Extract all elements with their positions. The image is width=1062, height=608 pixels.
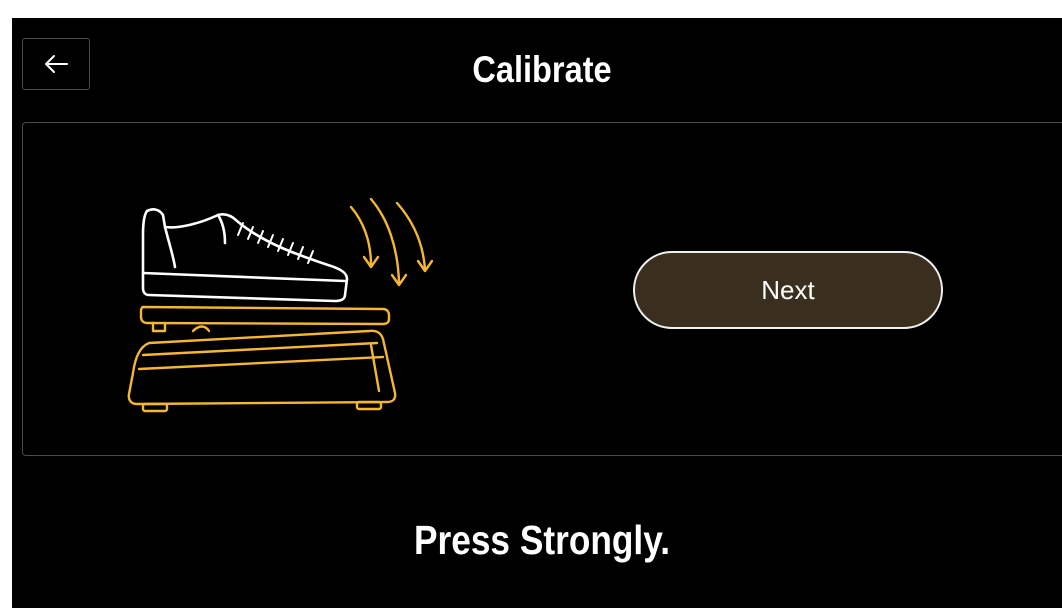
shoe-on-pedal-illustration <box>127 197 434 413</box>
shoe-icon <box>141 208 349 303</box>
arrow-left-icon <box>45 55 68 73</box>
next-button[interactable]: Next <box>633 251 943 329</box>
instruction-text: Press Strongly. <box>413 517 671 563</box>
calibration-panel: Next <box>22 122 1062 456</box>
calibrate-screen: Calibrate Next Press Strongly. <box>12 18 1062 608</box>
press-down-arrows <box>349 197 434 287</box>
expression-pedal-icon <box>127 305 397 413</box>
page-title: Calibrate <box>472 49 612 90</box>
